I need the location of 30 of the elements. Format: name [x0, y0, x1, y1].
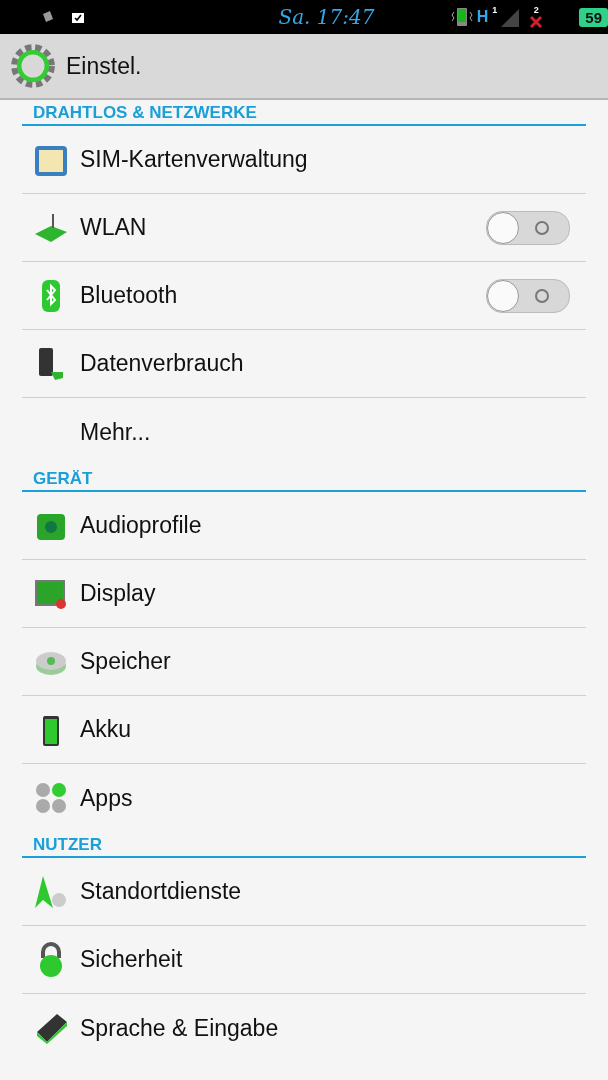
gear-icon[interactable] [10, 43, 56, 89]
section-header: DRAHTLOS & NETZWERKE [22, 100, 586, 126]
no-signal-icon [529, 15, 544, 29]
settings-item[interactable]: Apps [80, 784, 586, 812]
apps-icon [33, 780, 69, 816]
settings-item[interactable]: Audioprofile [80, 512, 586, 539]
notification-icon [40, 9, 56, 25]
toggle-switch[interactable] [486, 278, 570, 313]
network-type: H [476, 8, 489, 26]
vibrate-icon [450, 5, 473, 29]
settings-item[interactable]: SIM-Kartenverwaltung [80, 146, 586, 173]
settings-item[interactable]: Sprache & Eingabe [80, 1014, 586, 1042]
settings-item[interactable]: Datenverbrauch [80, 350, 586, 377]
settings-item[interactable]: Display [80, 580, 586, 607]
signal-icon [501, 6, 520, 28]
settings-item[interactable]: Bluetooth [80, 282, 486, 309]
sim-number: 2 [533, 5, 539, 15]
section-header: GERÄT [22, 466, 586, 492]
settings-item[interactable]: Akku [80, 716, 586, 743]
settings-item[interactable]: Mehr... [80, 418, 586, 446]
settings-item[interactable]: Sicherheit [80, 946, 586, 973]
clock: Sa. 17:47 [277, 5, 376, 29]
settings-item[interactable]: WLAN [80, 214, 486, 241]
settings-item[interactable]: Speicher [80, 648, 586, 675]
sim-number: 1 [492, 5, 498, 15]
battery-level: 59 [579, 7, 608, 27]
section-header: NUTZER [22, 832, 586, 858]
app-title: Einstel. [66, 52, 142, 80]
toggle-switch[interactable] [486, 210, 570, 245]
settings-item[interactable]: Standortdienste [80, 878, 586, 905]
